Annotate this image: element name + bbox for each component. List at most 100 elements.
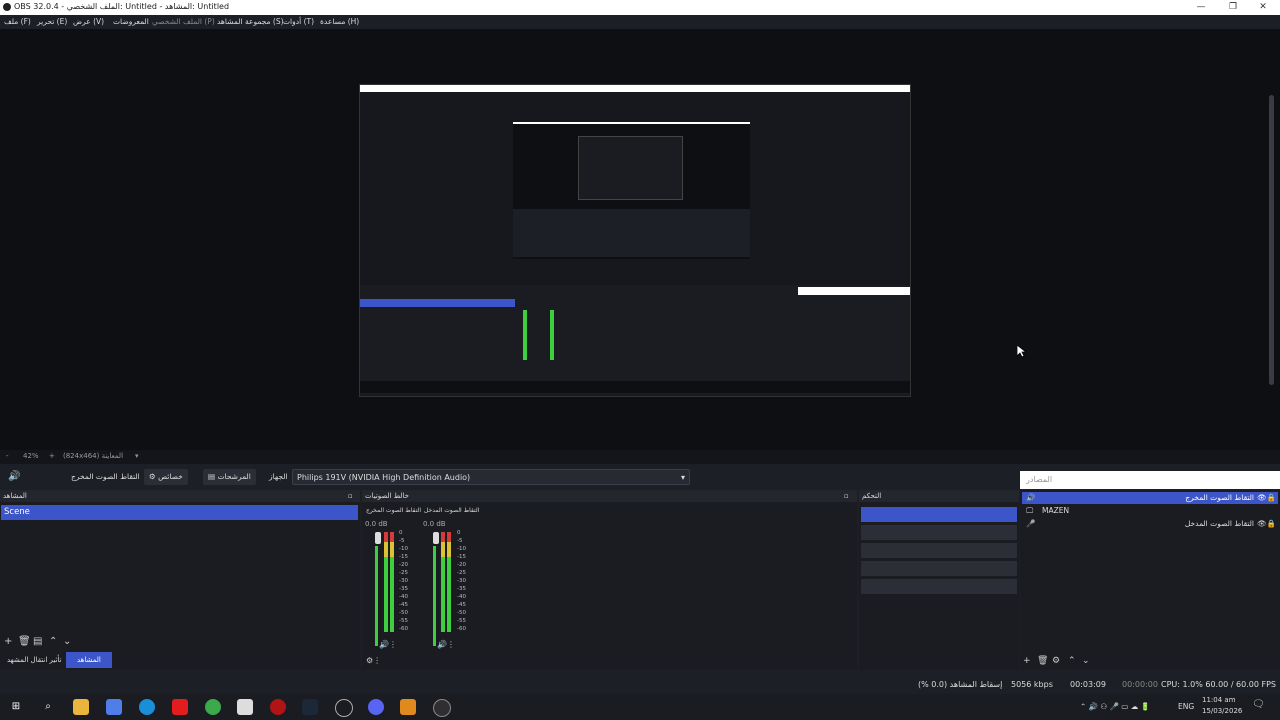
file-explorer-icon[interactable] <box>73 699 89 715</box>
control-button[interactable] <box>861 525 1017 540</box>
move-up-icon[interactable]: ⌃ <box>1068 656 1076 666</box>
properties-button[interactable]: ⚙ خصائص <box>144 469 188 485</box>
mute-icon[interactable]: 🔊⋮ <box>437 640 455 649</box>
app-icon[interactable] <box>400 699 416 715</box>
control-button[interactable] <box>861 561 1017 576</box>
obs-icon[interactable] <box>433 699 451 717</box>
source-settings-icon[interactable]: ⚙ <box>1052 656 1060 666</box>
preview-canvas[interactable] <box>359 84 911 397</box>
tray-icons[interactable]: ⌃ 🔊 ⚇ 🎤 ▭ ☁ 🔋 <box>1080 702 1150 711</box>
discord-icon[interactable] <box>368 699 384 715</box>
tab-scenes[interactable]: المشاهد <box>66 652 112 668</box>
scene-list-item[interactable]: Scene <box>1 505 358 520</box>
volume-slider-handle[interactable] <box>375 532 381 544</box>
visibility-lock-icons[interactable]: 👁🔒 <box>1257 518 1276 530</box>
nested-meter-2 <box>550 310 554 360</box>
tab-scene-transitions[interactable]: تأثير انتقال المشهد <box>3 652 66 668</box>
chrome-icon[interactable] <box>205 699 221 715</box>
remove-source-icon[interactable]: 🗑 <box>1037 656 1048 666</box>
menu-docks[interactable]: المعروضات <box>113 17 149 26</box>
youtube-icon[interactable] <box>172 699 188 715</box>
filters-button[interactable]: ▤ المرشحات <box>203 469 256 485</box>
source-item[interactable]: 🔊 التقاط الصوت المخرج 👁🔒 <box>1022 492 1278 504</box>
maximize-button[interactable]: ❐ <box>1216 0 1250 15</box>
scale-label: -45 <box>399 602 408 608</box>
move-down-icon[interactable]: ⌄ <box>1082 656 1090 666</box>
remove-scene-icon[interactable]: 🗑 <box>18 636 31 647</box>
add-source-icon[interactable]: + <box>1023 656 1031 666</box>
language-indicator[interactable]: ENG <box>1178 702 1194 711</box>
app-icon[interactable] <box>335 699 353 717</box>
notification-icon[interactable]: 🗨 <box>1252 699 1265 710</box>
preview-vertical-scrollbar[interactable] <box>1269 95 1274 385</box>
scale-label: -50 <box>399 610 408 616</box>
channel-name: التقاط الصوت المدخل <box>424 507 480 514</box>
control-button[interactable] <box>861 507 1017 522</box>
start-icon[interactable]: ⊞ <box>8 699 24 715</box>
menu-view[interactable]: عرض (V) <box>73 17 104 26</box>
zoom-out-button[interactable]: - <box>6 452 9 460</box>
zoom-dropdown-icon[interactable]: ▾ <box>135 452 139 460</box>
add-scene-icon[interactable]: + <box>4 636 12 647</box>
source-item[interactable]: 🖵 MAZEN <box>1022 505 1278 517</box>
level-meter <box>447 532 451 632</box>
volume-slider-handle[interactable] <box>433 532 439 544</box>
move-up-icon[interactable]: ⌃ <box>49 636 57 647</box>
scale-label: -55 <box>399 618 408 624</box>
source-label: التقاط الصوت المدخل <box>1184 519 1254 528</box>
move-down-icon[interactable]: ⌄ <box>63 636 71 647</box>
close-button[interactable]: ✕ <box>1246 0 1280 15</box>
control-button[interactable] <box>861 543 1017 558</box>
nested-preview <box>513 122 750 259</box>
mute-icon[interactable]: 🔊⋮ <box>379 640 397 649</box>
scale-label: -25 <box>399 570 408 576</box>
source-label: التقاط الصوت المخرج <box>1185 493 1254 502</box>
menu-tools[interactable]: أدوات (T) <box>283 17 314 26</box>
scale-label: 0 <box>457 530 461 536</box>
dock-float-icon[interactable]: ▫ <box>348 492 353 500</box>
menu-file[interactable]: ملف (F) <box>4 17 31 26</box>
app-icon[interactable] <box>270 699 286 715</box>
search-icon[interactable]: ⌕ <box>40 699 56 715</box>
menu-help[interactable]: مساعدة (H) <box>320 17 359 26</box>
sources-search-input[interactable]: المصادر <box>1020 471 1280 489</box>
menu-scene-collection[interactable]: مجموعة المشاهد (S) <box>217 17 284 26</box>
bitrate: 5056 kbps <box>1011 680 1053 689</box>
scale-label: -35 <box>457 586 466 592</box>
mixer-settings-icon[interactable]: ⚙⋮ <box>366 656 381 665</box>
app-icon[interactable] <box>106 699 122 715</box>
nested-lower <box>360 285 910 395</box>
volume-slider-track[interactable] <box>375 546 378 646</box>
chevron-down-icon: ▾ <box>680 473 685 482</box>
mixer-title: خالط الصوتيات <box>365 492 410 500</box>
scenes-title: المشاهد <box>3 492 27 500</box>
nested-sources-search <box>798 287 910 295</box>
microphone-icon: 🎤 <box>1026 519 1036 528</box>
cpu-fps: CPU: 1.0% 60.00 / 60.00 FPS <box>1161 680 1277 689</box>
source-item[interactable]: 🎤 التقاط الصوت المدخل 👁🔒 <box>1022 518 1278 530</box>
device-select[interactable]: Philips 191V (NVIDIA High Definition Aud… <box>292 469 690 485</box>
clock-date[interactable]: 15/03/2026 <box>1202 707 1242 715</box>
visibility-lock-icons[interactable]: 👁🔒 <box>1257 492 1276 504</box>
control-button[interactable] <box>861 579 1017 594</box>
level-meter <box>441 532 445 632</box>
volume-slider-track[interactable] <box>433 546 436 646</box>
steam-icon[interactable] <box>302 699 318 715</box>
scale-label: -45 <box>457 602 466 608</box>
edge-icon[interactable] <box>139 699 155 715</box>
store-icon[interactable] <box>237 699 253 715</box>
minimize-button[interactable]: — <box>1184 0 1218 15</box>
controls-header: التحكم <box>859 490 1019 502</box>
audio-mixer-dock: خالط الصوتيات ▫ التقاط الصوت المخرج 0.0 … <box>362 490 857 670</box>
scale-label: -20 <box>399 562 408 568</box>
menu-edit[interactable]: تحرير (E) <box>37 17 67 26</box>
dock-float-icon[interactable]: ▫ <box>844 492 849 500</box>
channel-db: 0.0 dB <box>423 520 446 528</box>
menu-profile[interactable]: الملف الشخصي (P) <box>152 17 215 26</box>
nested-titlebar <box>360 85 910 92</box>
scale-label: -35 <box>399 586 408 592</box>
zoom-in-button[interactable]: + <box>49 452 55 460</box>
clock-time[interactable]: 11:04 am <box>1202 696 1236 704</box>
menu-bar: ملف (F) تحرير (E) عرض (V) المعروضات المل… <box>0 15 1280 29</box>
filters-icon[interactable]: ▤ <box>33 636 42 647</box>
